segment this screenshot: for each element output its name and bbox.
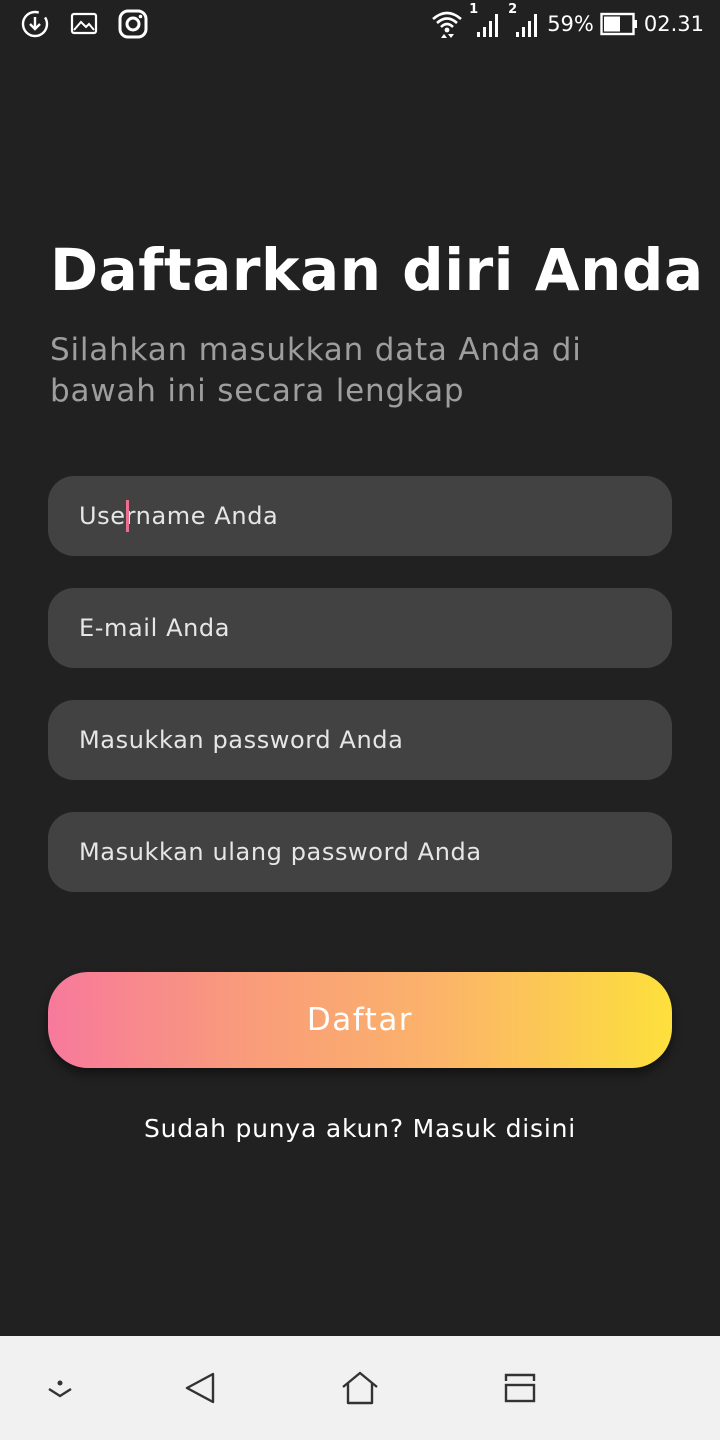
- sim1-signal-icon: 1: [469, 2, 502, 38]
- register-button[interactable]: Daftar: [48, 972, 672, 1068]
- download-icon: [20, 9, 50, 39]
- wifi-icon: [431, 9, 463, 39]
- page-subtitle: Silahkan masukkan data Anda di bawah ini…: [50, 332, 582, 409]
- instagram-icon: [118, 9, 148, 39]
- login-link[interactable]: Sudah punya akun? Masuk disini: [0, 1114, 720, 1143]
- register-screen: 1 2 59% 02.31 Daftarkan diri Anda Silahk…: [0, 0, 720, 1440]
- status-bar: 1 2 59% 02.31: [0, 0, 720, 48]
- password-input[interactable]: [79, 700, 672, 780]
- navigation-bar: [0, 1336, 720, 1440]
- password-field[interactable]: [48, 700, 672, 780]
- email-field[interactable]: [48, 588, 672, 668]
- battery-icon: [600, 12, 638, 36]
- clock: 02.31: [643, 12, 704, 36]
- recents-icon[interactable]: [500, 1368, 540, 1408]
- back-icon[interactable]: [180, 1368, 220, 1408]
- notification-shade-icon[interactable]: [40, 1368, 80, 1408]
- sim1-label: 1: [469, 2, 479, 17]
- username-field[interactable]: [48, 476, 672, 556]
- confirm-password-input[interactable]: [79, 812, 672, 892]
- confirm-password-field[interactable]: [48, 812, 672, 892]
- battery-percent: 59%: [547, 12, 594, 36]
- sim2-label: 2: [508, 2, 518, 17]
- sim2-signal-icon: 2: [508, 2, 541, 38]
- username-input[interactable]: [79, 476, 672, 556]
- image-icon: [70, 11, 98, 37]
- home-icon[interactable]: [340, 1368, 380, 1408]
- text-cursor: [126, 500, 129, 532]
- email-input[interactable]: [79, 588, 672, 668]
- page-title: Daftarkan diri Anda: [50, 236, 704, 304]
